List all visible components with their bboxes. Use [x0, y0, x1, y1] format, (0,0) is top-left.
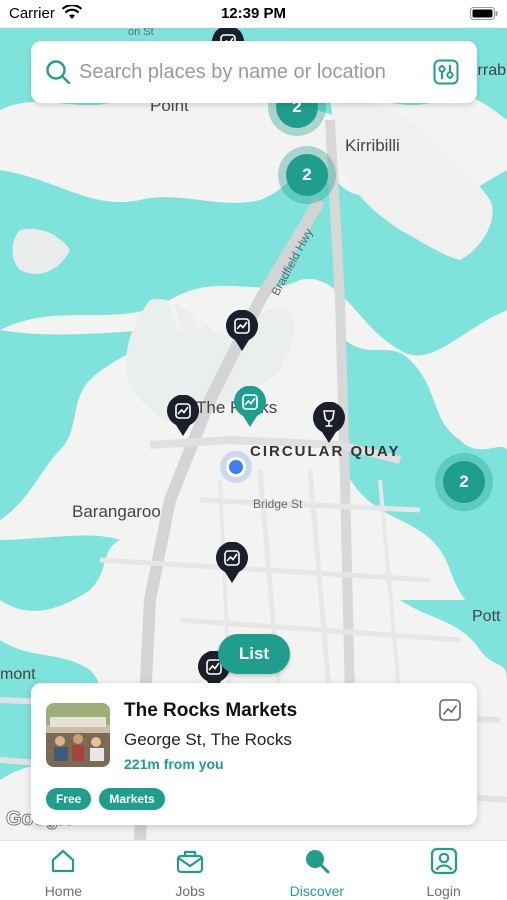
tab-jobs-label: Jobs [175, 883, 205, 899]
map-label-bridge-st: Bridge St [253, 497, 303, 511]
map-label-kirribilli: Kirribilli [345, 136, 400, 155]
map-label-circular-quay: CIRCULAR QUAY [250, 443, 401, 460]
map-pin-trend-icon[interactable] [225, 310, 259, 352]
cluster-count: 2 [443, 461, 485, 503]
search-icon [46, 60, 71, 85]
cluster-count: 2 [286, 154, 328, 196]
tag-markets: Markets [99, 788, 165, 810]
map-pin-trend-icon[interactable] [215, 542, 249, 584]
tab-login-label: Login [426, 883, 461, 899]
briefcase-mail-icon [177, 850, 204, 874]
battery-icon [470, 7, 498, 20]
map-label-barangaroo: Barangaroo [72, 502, 161, 521]
tab-discover[interactable]: Discover [254, 841, 381, 900]
search-input[interactable] [79, 56, 419, 88]
tab-discover-label: Discover [289, 883, 345, 899]
status-time: 12:39 PM [220, 5, 287, 22]
tab-home[interactable]: Home [0, 841, 127, 900]
map-label-edge-right-top: irrab [474, 62, 507, 79]
list-view-button[interactable]: List [218, 634, 290, 674]
tab-home-label: Home [44, 883, 83, 899]
place-card[interactable]: The Rocks Markets George St, The Rocks 2… [31, 683, 477, 825]
filter-settings-icon[interactable] [433, 59, 459, 85]
status-bar: Carrier 12:39 PM [0, 0, 507, 28]
user-icon [430, 847, 457, 875]
place-address: George St, The Rocks [124, 730, 292, 749]
bottom-tab-bar: Home Jobs Discover Login [0, 840, 507, 900]
map-pin-selected-trend-icon[interactable] [233, 386, 267, 428]
place-distance: 221m from you [124, 756, 224, 772]
search-bar [31, 41, 477, 103]
place-tags: Free Markets [46, 788, 165, 810]
tab-login[interactable]: Login [380, 841, 507, 900]
map-pin-trend-icon[interactable] [166, 395, 200, 437]
place-title: The Rocks Markets [124, 700, 298, 721]
map-label-edge-left: mont [0, 666, 36, 683]
category-trend-icon [439, 699, 461, 721]
place-thumbnail [46, 703, 110, 767]
map-pin-wine-glass-icon[interactable] [312, 402, 346, 444]
current-location-dot [226, 457, 246, 477]
discover-search-icon [305, 850, 330, 874]
home-icon [52, 849, 75, 873]
map-label-edge-right-mid: Pott [472, 608, 501, 625]
tag-free: Free [46, 788, 92, 810]
tab-jobs[interactable]: Jobs [127, 841, 254, 900]
map-cluster[interactable]: 2 [278, 146, 336, 204]
map-cluster[interactable]: 2 [435, 453, 493, 511]
